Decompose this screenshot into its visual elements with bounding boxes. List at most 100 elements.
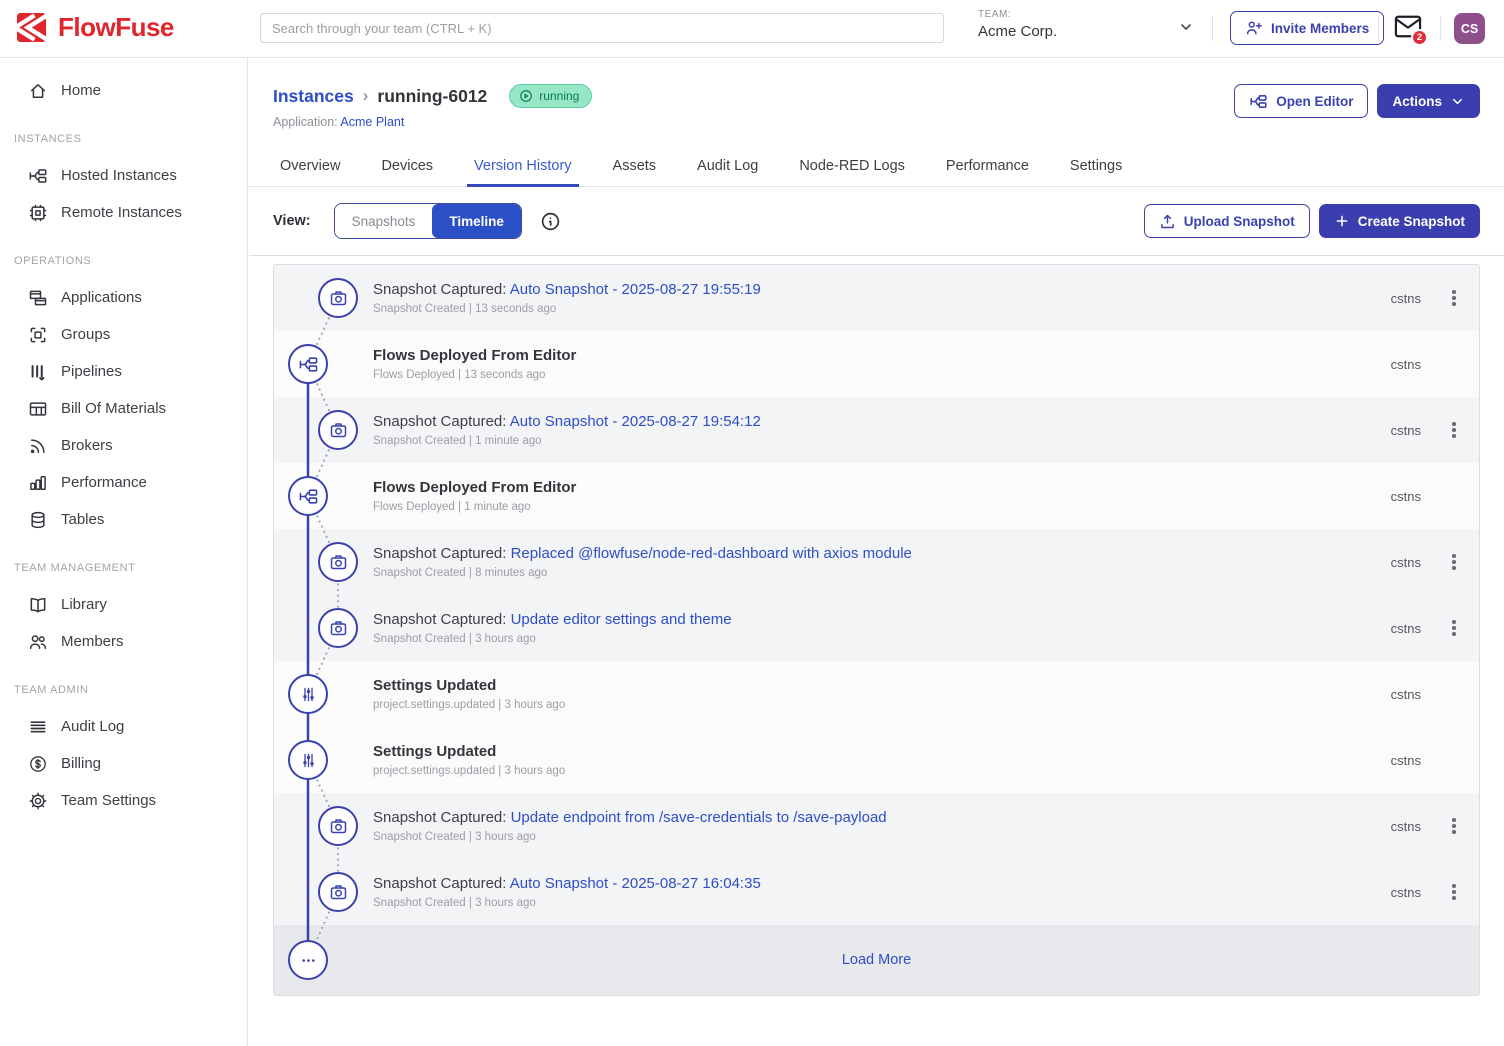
sidebar-item-label: Hosted Instances — [61, 167, 177, 184]
notifications-button[interactable]: 2 — [1394, 15, 1422, 38]
projects-icon — [28, 166, 48, 186]
sidebar-item-team-settings[interactable]: Team Settings — [0, 782, 247, 819]
invite-members-button[interactable]: Invite Members — [1230, 11, 1384, 45]
sidebar-section-instances: INSTANCES — [14, 133, 247, 145]
upload-snapshot-label: Upload Snapshot — [1184, 214, 1295, 229]
timeline-row: Snapshot Captured: Update endpoint from … — [274, 793, 1479, 859]
chevron-down-icon[interactable] — [1178, 19, 1194, 35]
sidebar-item-remote-instances[interactable]: Remote Instances — [0, 194, 247, 231]
sidebar-item-bill-of-materials[interactable]: Bill Of Materials — [0, 390, 247, 427]
sidebar-item-library[interactable]: Library — [0, 586, 247, 623]
sidebar-item-members[interactable]: Members — [0, 623, 247, 660]
sidebar-item-label: Remote Instances — [61, 204, 182, 221]
chip-icon — [28, 203, 48, 223]
snapshot-link[interactable]: Update editor settings and theme — [511, 611, 732, 628]
tab-assets[interactable]: Assets — [606, 149, 664, 187]
tab-settings[interactable]: Settings — [1063, 149, 1129, 187]
ellipsis-icon[interactable] — [288, 940, 328, 980]
camera-icon — [318, 278, 358, 318]
tab-node-red-logs[interactable]: Node-RED Logs — [792, 149, 912, 187]
breadcrumb-instances-link[interactable]: Instances — [273, 86, 354, 107]
camera-icon — [318, 872, 358, 912]
snapshot-link[interactable]: Auto Snapshot - 2025-08-27 19:55:19 — [510, 281, 761, 298]
view-toggle-timeline[interactable]: Timeline — [432, 204, 521, 238]
row-user: cstns — [1391, 423, 1421, 438]
kebab-menu-icon[interactable] — [1447, 814, 1461, 838]
sidebar-section-team-admin: TEAM ADMIN — [14, 684, 247, 696]
applications-icon — [28, 288, 48, 308]
create-snapshot-button[interactable]: Create Snapshot — [1319, 204, 1480, 238]
upload-snapshot-button[interactable]: Upload Snapshot — [1144, 204, 1310, 238]
timeline-row: Snapshot Captured: Auto Snapshot - 2025-… — [274, 859, 1479, 925]
kebab-menu-icon[interactable] — [1447, 550, 1461, 574]
snapshot-link[interactable]: Auto Snapshot - 2025-08-27 16:04:35 — [510, 875, 761, 892]
tab-version-history[interactable]: Version History — [467, 149, 579, 187]
broadcast-icon — [28, 436, 48, 456]
actions-button[interactable]: Actions — [1377, 84, 1480, 118]
camera-icon — [318, 410, 358, 450]
tab-performance[interactable]: Performance — [939, 149, 1036, 187]
table-icon — [28, 399, 48, 419]
sidebar-item-pipelines[interactable]: Pipelines — [0, 353, 247, 390]
timeline-footer: Load More — [274, 925, 1479, 995]
kebab-menu-icon[interactable] — [1447, 616, 1461, 640]
team-name: Acme Corp. — [978, 23, 1057, 40]
projects-icon — [288, 476, 328, 516]
view-toggle-snapshots[interactable]: Snapshots — [335, 204, 433, 238]
kebab-menu-icon[interactable] — [1447, 880, 1461, 904]
snapshot-actions: Upload Snapshot Create Snapshot — [1144, 204, 1480, 238]
event-title: Snapshot Captured: Replaced @flowfuse/no… — [373, 545, 1391, 562]
timeline-row: Settings Updatedproject.settings.updated… — [274, 661, 1479, 727]
sidebar-item-groups[interactable]: Groups — [0, 316, 247, 353]
play-circle-icon — [519, 89, 533, 103]
sidebar-item-audit-log[interactable]: Audit Log — [0, 708, 247, 745]
sidebar-item-applications[interactable]: Applications — [0, 279, 247, 316]
view-toolbar: View: SnapshotsTimeline Upload Snapshot — [249, 187, 1504, 256]
tab-overview[interactable]: Overview — [273, 149, 347, 187]
view-toggle: SnapshotsTimeline — [334, 203, 522, 239]
tab-devices[interactable]: Devices — [374, 149, 440, 187]
snapshot-link[interactable]: Auto Snapshot - 2025-08-27 19:54:12 — [510, 413, 761, 430]
search-input[interactable] — [260, 13, 944, 43]
users-icon — [28, 632, 48, 652]
sidebar-item-label: Tables — [61, 511, 104, 528]
row-user: cstns — [1391, 357, 1421, 372]
event-title: Settings Updated — [373, 677, 1391, 694]
application-label: Application: — [273, 115, 338, 129]
sidebar-item-home[interactable]: Home — [0, 72, 247, 109]
brand-name: FlowFuse — [58, 12, 174, 43]
user-plus-icon — [1245, 19, 1263, 37]
event-meta: project.settings.updated | 3 hours ago — [373, 765, 1391, 777]
sidebar-item-performance[interactable]: Performance — [0, 464, 247, 501]
projects-icon — [1249, 92, 1268, 111]
flowfuse-logo[interactable]: FlowFuse — [16, 12, 174, 43]
instance-tabs: Overview Devices Version History Assets Audi… — [249, 149, 1504, 187]
sidebar-item-label: Groups — [61, 326, 110, 343]
sidebar-item-brokers[interactable]: Brokers — [0, 427, 247, 464]
event-title-prefix: Snapshot Captured: — [373, 611, 511, 628]
info-icon[interactable] — [540, 211, 561, 232]
team-selector[interactable]: TEAM: Acme Corp. — [978, 9, 1057, 40]
camera-icon — [318, 542, 358, 582]
user-avatar[interactable]: CS — [1454, 13, 1485, 44]
tab-audit-log[interactable]: Audit Log — [690, 149, 765, 187]
kebab-menu-icon[interactable] — [1447, 286, 1461, 310]
event-title: Snapshot Captured: Auto Snapshot - 2025-… — [373, 875, 1391, 892]
snapshot-link[interactable]: Replaced @flowfuse/node-red-dashboard wi… — [511, 545, 912, 562]
sidebar-item-hosted-instances[interactable]: Hosted Instances — [0, 157, 247, 194]
sidebar-item-tables[interactable]: Tables — [0, 501, 247, 538]
page-header: Instances › running-6012 running Applica… — [249, 58, 1504, 129]
invite-members-label: Invite Members — [1271, 21, 1369, 36]
event-meta: Snapshot Created | 8 minutes ago — [373, 567, 1391, 579]
groups-icon — [28, 325, 48, 345]
open-editor-button[interactable]: Open Editor — [1234, 84, 1368, 118]
snapshot-link[interactable]: Update endpoint from /save-credentials t… — [511, 809, 887, 826]
row-user: cstns — [1391, 819, 1421, 834]
sidebar: Home INSTANCES Hosted Instances Remote Inst… — [0, 58, 248, 1046]
application-link[interactable]: Acme Plant — [340, 115, 404, 129]
load-more-link[interactable]: Load More — [842, 952, 911, 968]
sidebar-item-label: Team Settings — [61, 792, 156, 809]
kebab-menu-icon[interactable] — [1447, 418, 1461, 442]
sidebar-item-label: Applications — [61, 289, 142, 306]
sidebar-item-billing[interactable]: Billing — [0, 745, 247, 782]
